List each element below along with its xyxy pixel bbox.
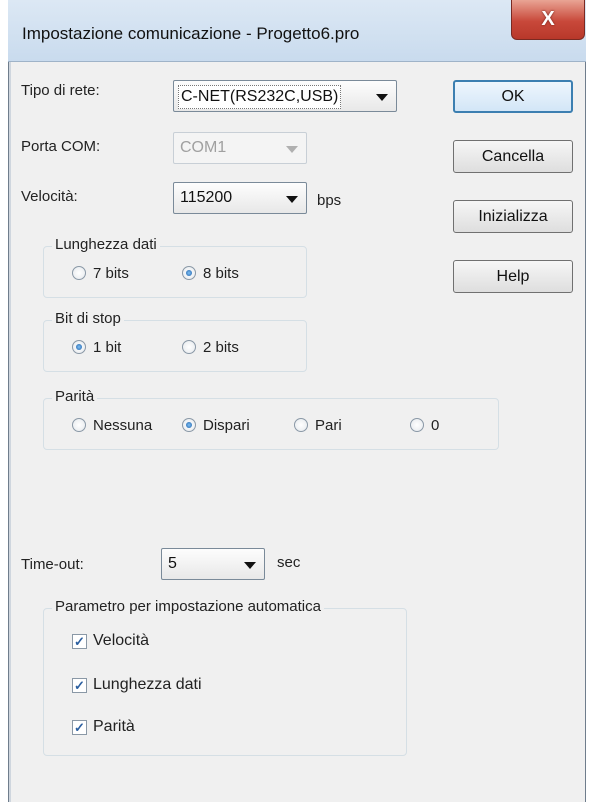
stop-bit-title: Bit di stop	[52, 310, 124, 327]
chevron-down-icon	[244, 562, 256, 569]
checkbox-parita[interactable]: ✓ Parità	[72, 717, 135, 737]
close-button[interactable]: X	[511, 0, 585, 40]
radio-selected-icon	[72, 340, 86, 354]
radio-2-bits[interactable]: 2 bits	[182, 337, 239, 357]
timeout-select[interactable]: 5	[161, 548, 265, 580]
speed-unit: bps	[317, 192, 342, 209]
chevron-down-icon	[376, 94, 388, 101]
radio-label: 2 bits	[203, 338, 239, 356]
stop-bit-group: Bit di stop 1 bit 2 bits	[43, 310, 307, 372]
radio-zero[interactable]: 0	[410, 415, 439, 435]
radio-icon	[72, 266, 86, 280]
radio-7-bits[interactable]: 7 bits	[72, 263, 129, 283]
ok-button[interactable]: OK	[453, 80, 573, 113]
checkbox-label: Velocità	[93, 632, 150, 649]
checkbox-label: Parità	[93, 718, 135, 735]
checkbox-icon: ✓	[72, 677, 87, 693]
initialize-button[interactable]: Inizializza	[453, 200, 573, 233]
checkbox-icon: ✓	[72, 633, 87, 649]
checkbox-label: Lunghezza dati	[93, 676, 202, 693]
radio-8-bits[interactable]: 8 bits	[182, 263, 239, 283]
com-port-select[interactable]: COM1	[173, 132, 307, 164]
parity-title: Parità	[52, 388, 98, 405]
cancel-button[interactable]: Cancella	[453, 140, 573, 173]
network-type-select[interactable]: C-NET(RS232C,USB)	[173, 80, 397, 112]
chevron-down-icon	[286, 196, 298, 203]
checkbox-lunghezza-dati[interactable]: ✓ Lunghezza dati	[72, 675, 202, 695]
speed-value: 115200	[180, 189, 233, 206]
radio-nessuna[interactable]: Nessuna	[72, 415, 152, 435]
radio-icon	[72, 418, 86, 432]
radio-icon	[294, 418, 308, 432]
timeout-value: 5	[168, 555, 177, 572]
window-title: Impostazione comunicazione - Progetto6.p…	[22, 24, 360, 43]
radio-pari[interactable]: Pari	[294, 415, 342, 435]
close-icon: X	[541, 8, 555, 30]
radio-label: 7 bits	[93, 264, 129, 282]
radio-label: Nessuna	[93, 416, 153, 434]
speed-label: Velocità:	[21, 188, 78, 205]
network-type-value: C-NET(RS232C,USB)	[178, 85, 342, 109]
chevron-down-icon	[286, 146, 298, 153]
auto-params-title: Parametro per impostazione automatica	[52, 598, 324, 615]
radio-selected-icon	[182, 266, 196, 280]
timeout-label: Time-out:	[21, 556, 84, 573]
radio-icon	[182, 340, 196, 354]
speed-select[interactable]: 115200	[173, 182, 307, 214]
com-port-value: COM1	[180, 139, 227, 156]
parity-group: Parità Nessuna Dispari Pari 0	[43, 388, 499, 450]
radio-label: 8 bits	[203, 264, 239, 282]
com-port-label: Porta COM:	[21, 138, 101, 155]
data-length-group: Lunghezza dati 7 bits 8 bits	[43, 236, 307, 298]
data-length-title: Lunghezza dati	[52, 236, 160, 253]
radio-label: Dispari	[203, 416, 250, 434]
radio-selected-icon	[182, 418, 196, 432]
auto-params-group: Parametro per impostazione automatica ✓ …	[43, 598, 407, 756]
dialog-content: Tipo di rete: C-NET(RS232C,USB) Porta CO…	[9, 62, 585, 802]
radio-label: 1 bit	[93, 338, 122, 356]
timeout-unit: sec	[277, 554, 301, 571]
radio-1-bit[interactable]: 1 bit	[72, 337, 121, 357]
checkbox-icon: ✓	[72, 719, 87, 735]
checkbox-velocita[interactable]: ✓ Velocità	[72, 631, 149, 651]
title-bar[interactable]: Impostazione comunicazione - Progetto6.p…	[8, 0, 586, 62]
radio-label: 0	[431, 416, 440, 434]
help-button[interactable]: Help	[453, 260, 573, 293]
radio-icon	[410, 418, 424, 432]
radio-label: Pari	[315, 416, 342, 434]
network-type-label: Tipo di rete:	[21, 82, 100, 99]
radio-dispari[interactable]: Dispari	[182, 415, 250, 435]
